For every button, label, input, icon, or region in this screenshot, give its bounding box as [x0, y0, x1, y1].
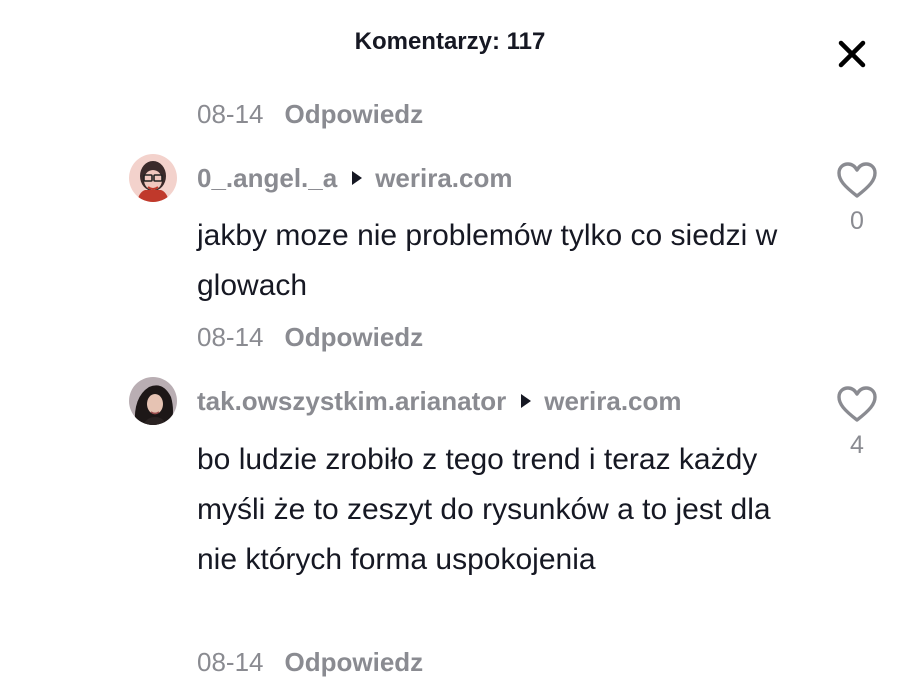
comment-username[interactable]: tak.owszystkim.arianator: [197, 386, 506, 417]
comment-header: tak.owszystkim.arianator werira.com: [197, 384, 682, 418]
comment-meta: 08-14 Odpowiedz: [197, 320, 423, 354]
comment-reply-to[interactable]: werira.com: [375, 163, 512, 194]
comment-text: bo ludzie zrobiło z tego trend i teraz k…: [197, 443, 771, 576]
previous-comment-meta: 08-14 Odpowiedz: [197, 97, 423, 131]
reply-button[interactable]: Odpowiedz: [285, 322, 424, 353]
reply-button[interactable]: Odpowiedz: [285, 647, 424, 678]
heart-outline-icon: [837, 386, 877, 422]
comment-reply-to[interactable]: werira.com: [544, 386, 681, 417]
like-button[interactable]: 4: [834, 385, 880, 460]
comment-text: jakby moze nie problemów tylko co siedzi…: [197, 219, 778, 302]
comment-header: 0_.angel._a werira.com: [197, 161, 513, 195]
avatar-image: [129, 377, 177, 425]
heart-outline-icon: [837, 162, 877, 198]
triangle-right-icon: [520, 393, 532, 409]
comment-date: 08-14: [197, 646, 264, 677]
close-button[interactable]: [832, 34, 872, 74]
like-count: 0: [850, 207, 864, 235]
like-count: 4: [850, 431, 864, 459]
comment-date: 08-14: [197, 321, 264, 352]
reply-button[interactable]: Odpowiedz: [285, 99, 424, 130]
comments-count-title: Komentarzy: 117: [354, 28, 546, 55]
triangle-right-icon: [351, 170, 363, 186]
comment-date: 08-14: [197, 98, 264, 129]
comment-username[interactable]: 0_.angel._a: [197, 163, 337, 194]
close-icon: [838, 40, 866, 68]
avatar[interactable]: [129, 377, 177, 425]
avatar[interactable]: [129, 154, 177, 202]
like-button[interactable]: 0: [834, 161, 880, 236]
comment-meta: 08-14 Odpowiedz: [197, 645, 423, 679]
avatar-image: [129, 154, 177, 202]
